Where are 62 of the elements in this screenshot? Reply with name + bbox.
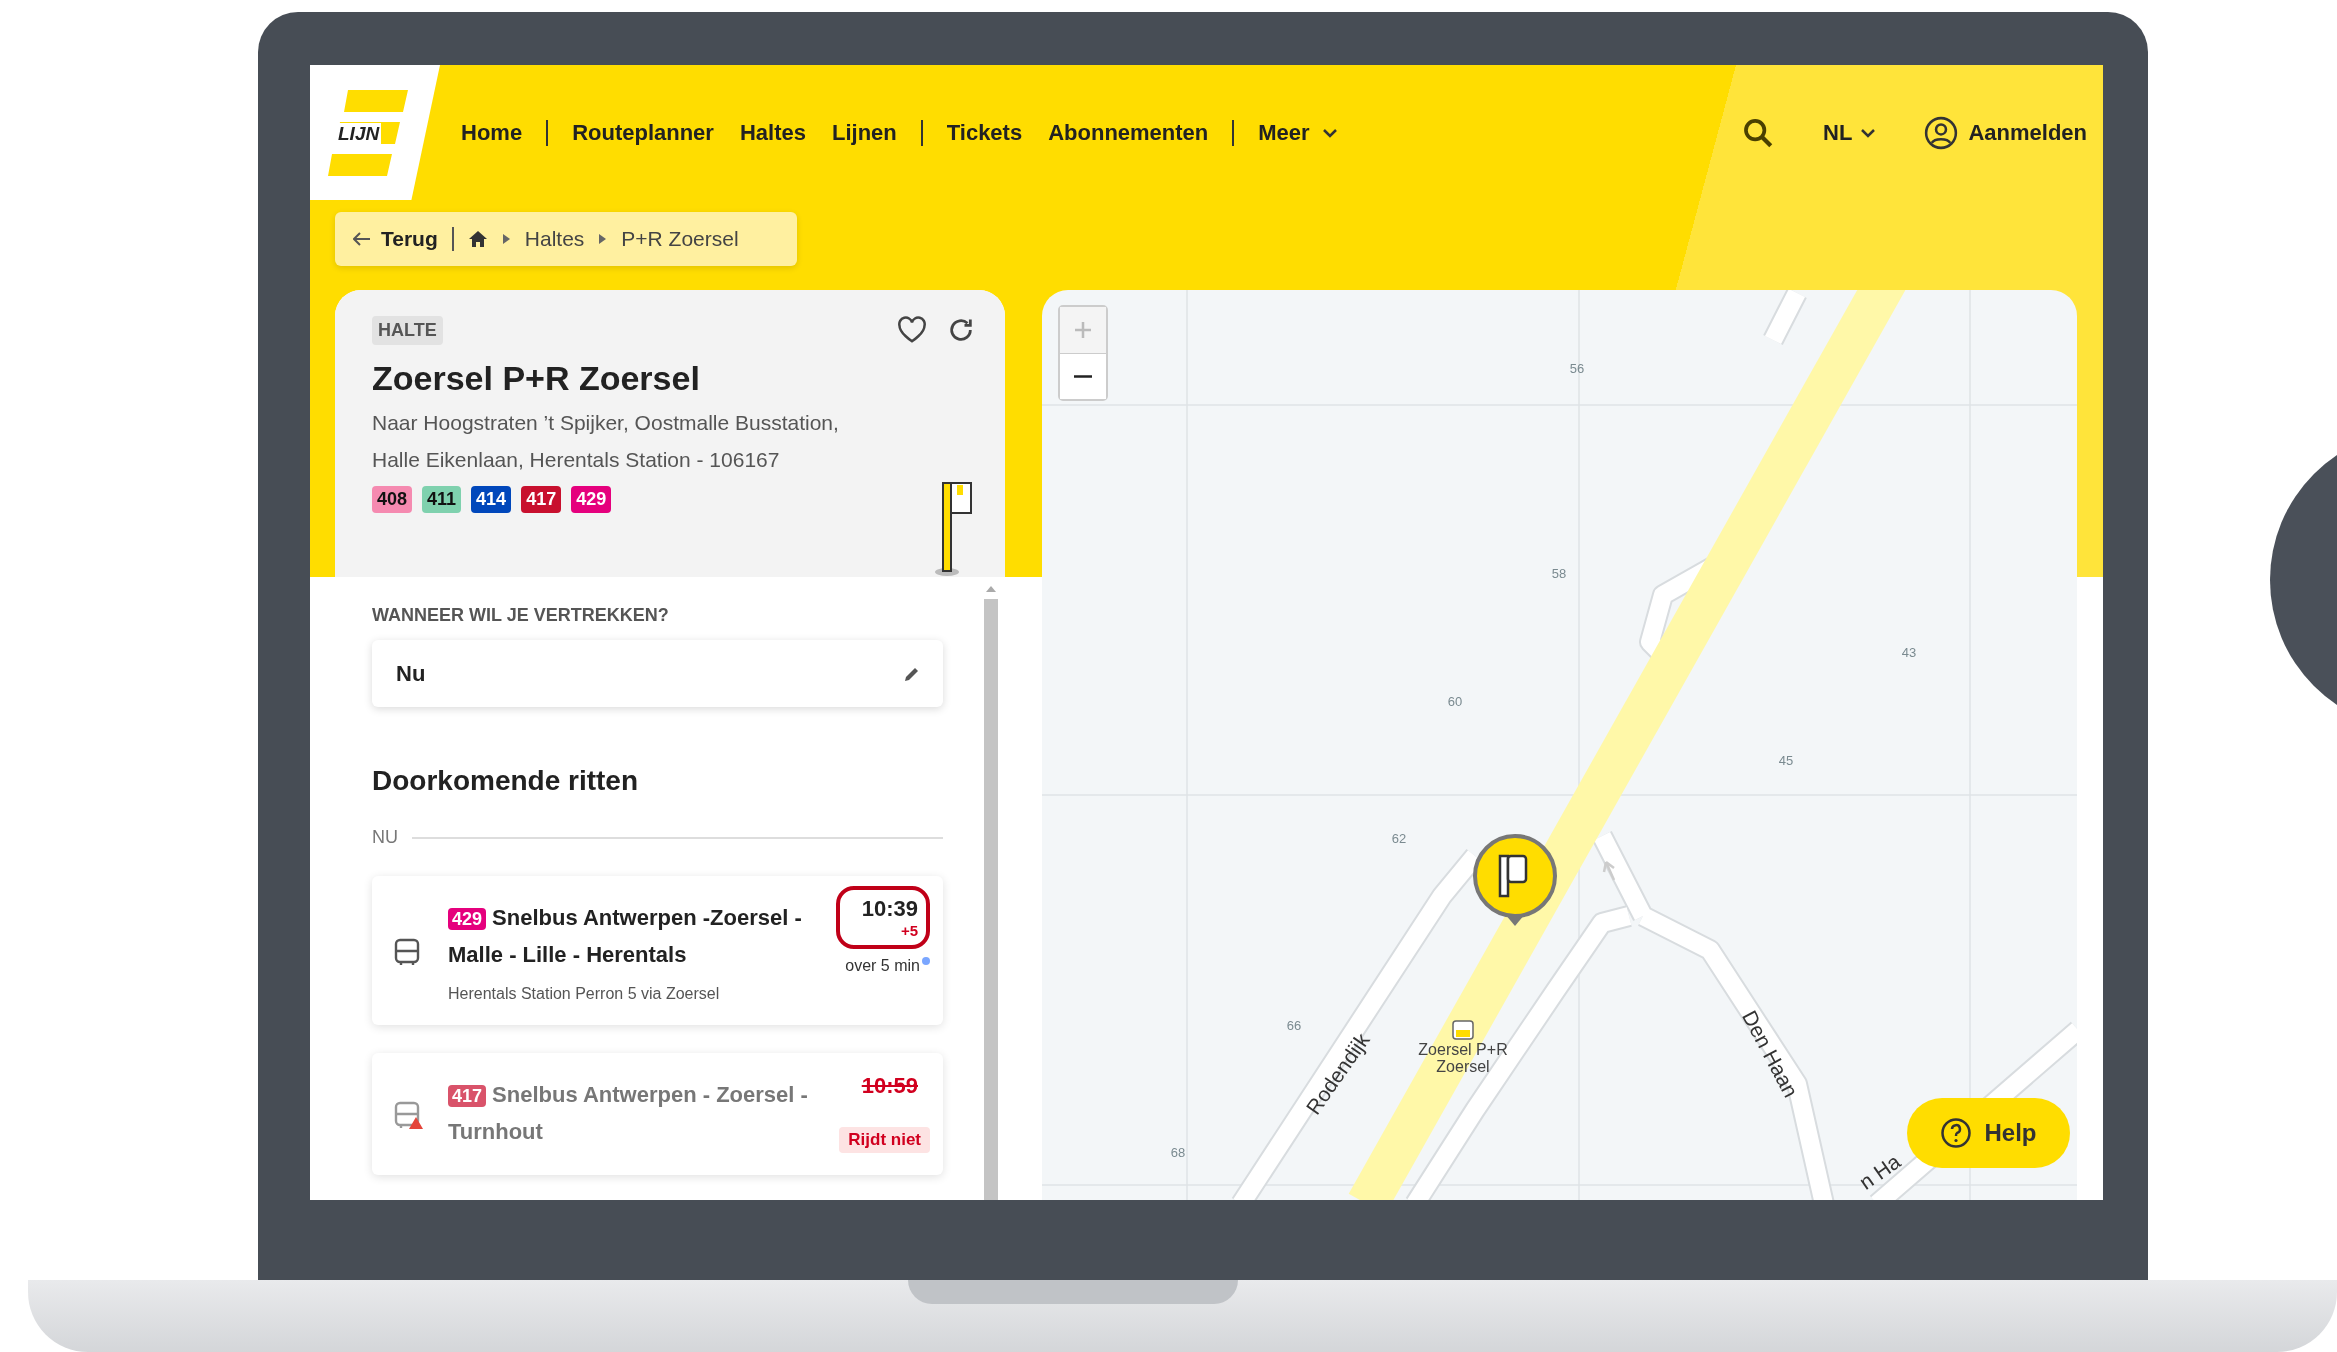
house-number: 45 bbox=[1778, 752, 1794, 768]
nav-link[interactable]: Haltes bbox=[739, 119, 806, 146]
house-number: 56 bbox=[1569, 360, 1585, 376]
line-badge[interactable]: 417 bbox=[521, 486, 562, 513]
house-number: 60 bbox=[1447, 693, 1463, 709]
departure-time: 10:39 bbox=[861, 896, 918, 922]
chevron-down-icon bbox=[1321, 127, 1338, 138]
breadcrumb-link[interactable]: Haltes bbox=[524, 227, 585, 251]
logo[interactable]: LIJN bbox=[310, 65, 440, 200]
help-button[interactable]: Help bbox=[1907, 1098, 2070, 1168]
eta-text: over 5 min bbox=[845, 957, 930, 975]
house-number: 68 bbox=[1170, 1144, 1186, 1160]
login-link[interactable]: Aanmelden bbox=[1924, 115, 2087, 150]
line-badge[interactable]: 414 bbox=[471, 486, 512, 513]
delay-text: +5 bbox=[900, 922, 918, 939]
caret-right-icon bbox=[501, 233, 511, 245]
plus-icon bbox=[1073, 320, 1093, 340]
back-link[interactable]: Terug bbox=[353, 227, 454, 251]
minus-icon bbox=[1074, 375, 1092, 378]
house-number: 43 bbox=[1901, 644, 1917, 660]
heart-icon[interactable] bbox=[897, 316, 927, 344]
language-select[interactable]: NL bbox=[1823, 119, 1877, 146]
arrow-left-icon bbox=[353, 232, 371, 246]
stop-title: Zoersel P+R Zoersel bbox=[372, 359, 701, 398]
line-badge[interactable]: 429 bbox=[571, 486, 612, 513]
street-label: Den Haan bbox=[1737, 1006, 1803, 1102]
stop-description: Naar Hoogstraten ’t Spijker, Oostmalle Busstation, Halle Eikenlaan, Herentals Station - 106167 bbox=[372, 410, 840, 473]
scrollbar-thumb[interactable] bbox=[984, 599, 998, 1200]
stop-tag: HALTE bbox=[372, 316, 443, 345]
ride-title: 417 Snelbus Antwerpen - Zoersel - Turnhout bbox=[448, 1081, 809, 1146]
ride-subtitle: Herentals Station Perron 5 via Zoersel bbox=[448, 985, 721, 1003]
nav-link[interactable]: Lijnen bbox=[831, 119, 897, 146]
line-badge[interactable]: 408 bbox=[372, 486, 413, 513]
home-icon[interactable] bbox=[467, 230, 488, 248]
logo-text: LIJN bbox=[336, 123, 382, 145]
refresh-icon[interactable] bbox=[947, 316, 975, 344]
breadcrumb-link[interactable]: P+R Zoersel bbox=[621, 227, 739, 251]
caret-right-icon bbox=[598, 233, 608, 245]
ride-card[interactable]: 429 Snelbus Antwerpen -Zoersel - Malle - Lille - Herentals Herentals Station Perron 5 via Zoersel 10:39 +5 over 5 min bbox=[372, 876, 943, 1025]
zoom-out-button[interactable] bbox=[1060, 353, 1106, 399]
stop-map-label: Zoersel P+R Zoersel bbox=[1417, 1041, 1509, 1075]
ride-card[interactable]: 417 Snelbus Antwerpen - Zoersel - Turnhout 10:59 Rijdt niet bbox=[372, 1053, 943, 1175]
user-icon bbox=[1924, 115, 1959, 150]
line-badge[interactable]: 411 bbox=[422, 486, 462, 513]
time-divider-label: NU bbox=[372, 827, 398, 848]
nav-link[interactable]: Abonnementen bbox=[1048, 119, 1209, 146]
departure-time: 10:59 bbox=[861, 1073, 918, 1099]
house-number: 66 bbox=[1286, 1017, 1302, 1033]
nav-link[interactable]: Meer bbox=[1232, 119, 1338, 146]
question-icon bbox=[1940, 1117, 1973, 1149]
chevron-down-icon bbox=[1860, 127, 1877, 138]
house-number: 58 bbox=[1551, 565, 1567, 581]
departure-label: WANNEER WIL JE VERTREKKEN? bbox=[372, 605, 670, 626]
nav-link[interactable]: Routeplanner bbox=[546, 119, 714, 146]
street-label: n Ha bbox=[1854, 1149, 1906, 1195]
house-number: 62 bbox=[1391, 830, 1407, 846]
section-title: Doorkomende ritten bbox=[372, 765, 640, 797]
status-label: Rijdt niet bbox=[839, 1127, 930, 1153]
departure-time-field[interactable]: Nu bbox=[372, 640, 943, 707]
ride-title: 429 Snelbus Antwerpen -Zoersel - Malle - Lille - Herentals bbox=[448, 904, 803, 969]
nav-link[interactable]: Home bbox=[461, 119, 523, 146]
nav-link[interactable]: Tickets bbox=[920, 119, 1023, 146]
